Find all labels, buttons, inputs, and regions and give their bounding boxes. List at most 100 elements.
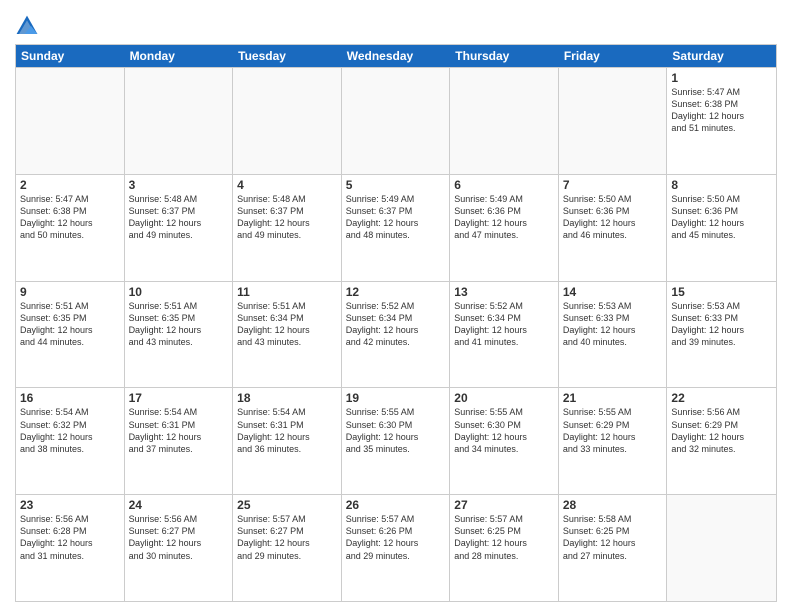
day-number: 3 xyxy=(129,178,229,192)
calendar-cell: 19Sunrise: 5:55 AM Sunset: 6:30 PM Dayli… xyxy=(342,388,451,494)
day-number: 27 xyxy=(454,498,554,512)
day-number: 25 xyxy=(237,498,337,512)
day-info: Sunrise: 5:57 AM Sunset: 6:25 PM Dayligh… xyxy=(454,513,554,562)
day-info: Sunrise: 5:47 AM Sunset: 6:38 PM Dayligh… xyxy=(671,86,772,135)
day-number: 7 xyxy=(563,178,663,192)
calendar-cell xyxy=(450,68,559,174)
calendar-cell: 9Sunrise: 5:51 AM Sunset: 6:35 PM Daylig… xyxy=(16,282,125,388)
day-info: Sunrise: 5:47 AM Sunset: 6:38 PM Dayligh… xyxy=(20,193,120,242)
calendar-cell: 11Sunrise: 5:51 AM Sunset: 6:34 PM Dayli… xyxy=(233,282,342,388)
calendar-cell: 4Sunrise: 5:48 AM Sunset: 6:37 PM Daylig… xyxy=(233,175,342,281)
day-info: Sunrise: 5:51 AM Sunset: 6:34 PM Dayligh… xyxy=(237,300,337,349)
day-info: Sunrise: 5:51 AM Sunset: 6:35 PM Dayligh… xyxy=(20,300,120,349)
day-number: 23 xyxy=(20,498,120,512)
day-number: 15 xyxy=(671,285,772,299)
day-number: 18 xyxy=(237,391,337,405)
calendar-cell: 21Sunrise: 5:55 AM Sunset: 6:29 PM Dayli… xyxy=(559,388,668,494)
day-number: 21 xyxy=(563,391,663,405)
day-number: 26 xyxy=(346,498,446,512)
calendar-cell: 5Sunrise: 5:49 AM Sunset: 6:37 PM Daylig… xyxy=(342,175,451,281)
day-number: 16 xyxy=(20,391,120,405)
day-number: 12 xyxy=(346,285,446,299)
day-info: Sunrise: 5:57 AM Sunset: 6:27 PM Dayligh… xyxy=(237,513,337,562)
calendar-cell: 24Sunrise: 5:56 AM Sunset: 6:27 PM Dayli… xyxy=(125,495,234,601)
calendar-cell xyxy=(233,68,342,174)
day-number: 19 xyxy=(346,391,446,405)
day-number: 28 xyxy=(563,498,663,512)
header-cell-thursday: Thursday xyxy=(450,45,559,67)
day-info: Sunrise: 5:56 AM Sunset: 6:28 PM Dayligh… xyxy=(20,513,120,562)
day-number: 14 xyxy=(563,285,663,299)
day-number: 6 xyxy=(454,178,554,192)
day-number: 9 xyxy=(20,285,120,299)
day-info: Sunrise: 5:56 AM Sunset: 6:27 PM Dayligh… xyxy=(129,513,229,562)
header-cell-sunday: Sunday xyxy=(16,45,125,67)
day-info: Sunrise: 5:48 AM Sunset: 6:37 PM Dayligh… xyxy=(129,193,229,242)
calendar-header: SundayMondayTuesdayWednesdayThursdayFrid… xyxy=(16,45,776,67)
calendar-cell xyxy=(342,68,451,174)
day-info: Sunrise: 5:56 AM Sunset: 6:29 PM Dayligh… xyxy=(671,406,772,455)
calendar-cell: 27Sunrise: 5:57 AM Sunset: 6:25 PM Dayli… xyxy=(450,495,559,601)
calendar-row-4: 16Sunrise: 5:54 AM Sunset: 6:32 PM Dayli… xyxy=(16,387,776,494)
calendar-cell xyxy=(559,68,668,174)
calendar-row-5: 23Sunrise: 5:56 AM Sunset: 6:28 PM Dayli… xyxy=(16,494,776,601)
day-info: Sunrise: 5:54 AM Sunset: 6:31 PM Dayligh… xyxy=(129,406,229,455)
day-number: 11 xyxy=(237,285,337,299)
day-number: 4 xyxy=(237,178,337,192)
calendar-cell: 17Sunrise: 5:54 AM Sunset: 6:31 PM Dayli… xyxy=(125,388,234,494)
calendar: SundayMondayTuesdayWednesdayThursdayFrid… xyxy=(15,44,777,602)
day-info: Sunrise: 5:52 AM Sunset: 6:34 PM Dayligh… xyxy=(346,300,446,349)
calendar-cell xyxy=(125,68,234,174)
calendar-cell: 8Sunrise: 5:50 AM Sunset: 6:36 PM Daylig… xyxy=(667,175,776,281)
calendar-cell: 10Sunrise: 5:51 AM Sunset: 6:35 PM Dayli… xyxy=(125,282,234,388)
calendar-cell: 25Sunrise: 5:57 AM Sunset: 6:27 PM Dayli… xyxy=(233,495,342,601)
calendar-cell: 20Sunrise: 5:55 AM Sunset: 6:30 PM Dayli… xyxy=(450,388,559,494)
day-info: Sunrise: 5:49 AM Sunset: 6:36 PM Dayligh… xyxy=(454,193,554,242)
day-number: 8 xyxy=(671,178,772,192)
day-number: 20 xyxy=(454,391,554,405)
calendar-row-1: 1Sunrise: 5:47 AM Sunset: 6:38 PM Daylig… xyxy=(16,67,776,174)
page: SundayMondayTuesdayWednesdayThursdayFrid… xyxy=(0,0,792,612)
day-number: 22 xyxy=(671,391,772,405)
day-number: 17 xyxy=(129,391,229,405)
day-info: Sunrise: 5:49 AM Sunset: 6:37 PM Dayligh… xyxy=(346,193,446,242)
day-info: Sunrise: 5:50 AM Sunset: 6:36 PM Dayligh… xyxy=(671,193,772,242)
calendar-row-2: 2Sunrise: 5:47 AM Sunset: 6:38 PM Daylig… xyxy=(16,174,776,281)
day-info: Sunrise: 5:55 AM Sunset: 6:29 PM Dayligh… xyxy=(563,406,663,455)
calendar-cell xyxy=(16,68,125,174)
calendar-cell: 1Sunrise: 5:47 AM Sunset: 6:38 PM Daylig… xyxy=(667,68,776,174)
calendar-cell: 15Sunrise: 5:53 AM Sunset: 6:33 PM Dayli… xyxy=(667,282,776,388)
day-number: 1 xyxy=(671,71,772,85)
day-number: 10 xyxy=(129,285,229,299)
calendar-cell: 7Sunrise: 5:50 AM Sunset: 6:36 PM Daylig… xyxy=(559,175,668,281)
day-number: 2 xyxy=(20,178,120,192)
calendar-cell: 2Sunrise: 5:47 AM Sunset: 6:38 PM Daylig… xyxy=(16,175,125,281)
calendar-cell: 23Sunrise: 5:56 AM Sunset: 6:28 PM Dayli… xyxy=(16,495,125,601)
day-info: Sunrise: 5:53 AM Sunset: 6:33 PM Dayligh… xyxy=(563,300,663,349)
calendar-cell: 26Sunrise: 5:57 AM Sunset: 6:26 PM Dayli… xyxy=(342,495,451,601)
day-info: Sunrise: 5:50 AM Sunset: 6:36 PM Dayligh… xyxy=(563,193,663,242)
day-info: Sunrise: 5:51 AM Sunset: 6:35 PM Dayligh… xyxy=(129,300,229,349)
logo xyxy=(15,14,41,38)
day-info: Sunrise: 5:53 AM Sunset: 6:33 PM Dayligh… xyxy=(671,300,772,349)
calendar-cell: 18Sunrise: 5:54 AM Sunset: 6:31 PM Dayli… xyxy=(233,388,342,494)
day-info: Sunrise: 5:58 AM Sunset: 6:25 PM Dayligh… xyxy=(563,513,663,562)
day-info: Sunrise: 5:52 AM Sunset: 6:34 PM Dayligh… xyxy=(454,300,554,349)
calendar-cell: 22Sunrise: 5:56 AM Sunset: 6:29 PM Dayli… xyxy=(667,388,776,494)
calendar-cell: 28Sunrise: 5:58 AM Sunset: 6:25 PM Dayli… xyxy=(559,495,668,601)
header-cell-saturday: Saturday xyxy=(667,45,776,67)
header-cell-monday: Monday xyxy=(125,45,234,67)
logo-icon xyxy=(15,14,39,38)
day-info: Sunrise: 5:48 AM Sunset: 6:37 PM Dayligh… xyxy=(237,193,337,242)
day-info: Sunrise: 5:55 AM Sunset: 6:30 PM Dayligh… xyxy=(346,406,446,455)
calendar-cell: 6Sunrise: 5:49 AM Sunset: 6:36 PM Daylig… xyxy=(450,175,559,281)
calendar-cell: 14Sunrise: 5:53 AM Sunset: 6:33 PM Dayli… xyxy=(559,282,668,388)
day-info: Sunrise: 5:54 AM Sunset: 6:31 PM Dayligh… xyxy=(237,406,337,455)
day-info: Sunrise: 5:54 AM Sunset: 6:32 PM Dayligh… xyxy=(20,406,120,455)
header-cell-wednesday: Wednesday xyxy=(342,45,451,67)
calendar-cell: 16Sunrise: 5:54 AM Sunset: 6:32 PM Dayli… xyxy=(16,388,125,494)
calendar-cell xyxy=(667,495,776,601)
day-number: 5 xyxy=(346,178,446,192)
calendar-cell: 12Sunrise: 5:52 AM Sunset: 6:34 PM Dayli… xyxy=(342,282,451,388)
header-cell-tuesday: Tuesday xyxy=(233,45,342,67)
